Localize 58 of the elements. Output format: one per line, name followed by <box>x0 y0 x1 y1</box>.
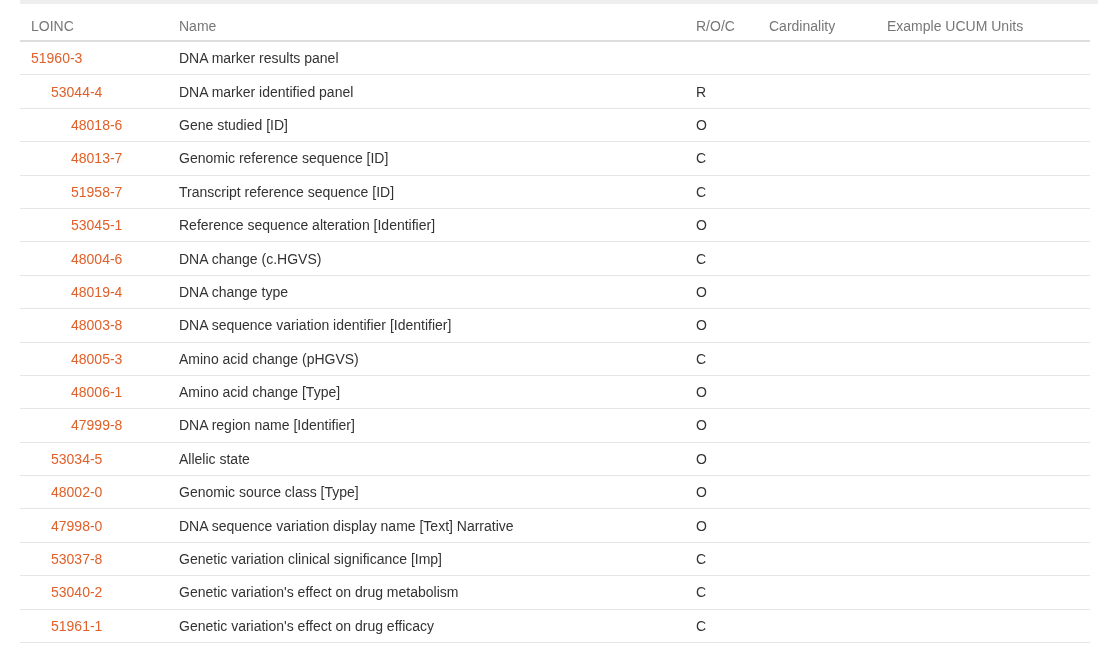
name-cell: Reference sequence alteration [Identifier] <box>179 217 436 234</box>
roc-cell: C <box>696 150 707 167</box>
roc-cell: O <box>696 283 707 300</box>
name-cell: DNA region name [Identifier] <box>179 417 355 434</box>
column-header: LOINC <box>30 18 75 34</box>
roc-cell: O <box>696 450 707 467</box>
loinc-code-link[interactable]: 48002-0 <box>51 484 103 501</box>
roc-cell: O <box>696 384 707 401</box>
loinc-code-link[interactable]: 48006-1 <box>71 384 123 401</box>
roc-cell: O <box>696 484 707 501</box>
name-cell: Amino acid change [Type] <box>179 384 341 401</box>
roc-cell: R <box>696 83 707 100</box>
name-cell: DNA change type <box>179 283 288 300</box>
loinc-code-link[interactable]: 48005-3 <box>71 350 123 367</box>
name-cell: Genetic variation's effect on drug metabolism <box>179 584 459 601</box>
loinc-code-link[interactable]: 48004-6 <box>71 250 123 267</box>
loinc-code-link[interactable]: 48019-4 <box>71 283 123 300</box>
name-cell: DNA change (c.HGVS) <box>179 250 322 267</box>
loinc-code-link[interactable]: 47998-0 <box>51 517 103 534</box>
column-header: R/O/C <box>696 18 736 34</box>
name-cell: DNA marker identified panel <box>179 83 354 100</box>
column-header: Example UCUM Units <box>887 18 1025 34</box>
roc-cell: O <box>696 217 707 234</box>
roc-cell: C <box>696 551 707 568</box>
loinc-code-link[interactable]: 48013-7 <box>71 150 123 167</box>
roc-cell: O <box>696 317 707 334</box>
name-cell: Genetic variation clinical significance [Imp] <box>179 551 442 568</box>
roc-cell: O <box>696 417 707 434</box>
name-cell: Genomic reference sequence [ID] <box>179 150 389 167</box>
loinc-code-link[interactable]: 53040-2 <box>51 584 103 601</box>
loinc-code-link[interactable]: 53037-8 <box>51 551 103 568</box>
name-cell: Allelic state <box>179 450 250 467</box>
roc-cell: O <box>696 116 707 133</box>
name-cell: Transcript reference sequence [ID] <box>179 183 395 200</box>
name-cell: Genomic source class [Type] <box>179 484 359 501</box>
name-cell: Genetic variation's effect on drug efficacy <box>179 617 435 634</box>
loinc-code-link[interactable]: 53045-1 <box>71 217 123 234</box>
loinc-code-link[interactable]: 51961-1 <box>51 617 103 634</box>
loinc-code-link[interactable]: 51958-7 <box>71 183 123 200</box>
name-cell: DNA marker results panel <box>179 50 339 67</box>
roc-cell: C <box>696 183 707 200</box>
loinc-code-link[interactable]: 53034-5 <box>51 450 103 467</box>
name-cell: Amino acid change (pHGVS) <box>179 350 359 367</box>
loinc-code-link[interactable]: 47999-8 <box>71 417 123 434</box>
name-cell: Gene studied [ID] <box>179 116 288 133</box>
roc-cell: O <box>696 517 707 534</box>
roc-cell: C <box>696 617 707 634</box>
roc-cell: C <box>696 250 707 267</box>
column-header: Name <box>179 18 218 34</box>
roc-cell: C <box>696 350 707 367</box>
loinc-code-link[interactable]: 53044-4 <box>51 83 103 100</box>
loinc-code-link[interactable]: 48018-6 <box>71 116 123 133</box>
loinc-code-link[interactable]: 48003-8 <box>71 317 123 334</box>
name-cell: DNA sequence variation identifier [Identifier] <box>179 317 452 334</box>
name-cell: DNA sequence variation display name [Text] Narrative <box>179 517 514 534</box>
loinc-code-link[interactable]: 51960-3 <box>31 50 83 67</box>
roc-cell: C <box>696 584 707 601</box>
column-header: Cardinality <box>769 18 837 34</box>
